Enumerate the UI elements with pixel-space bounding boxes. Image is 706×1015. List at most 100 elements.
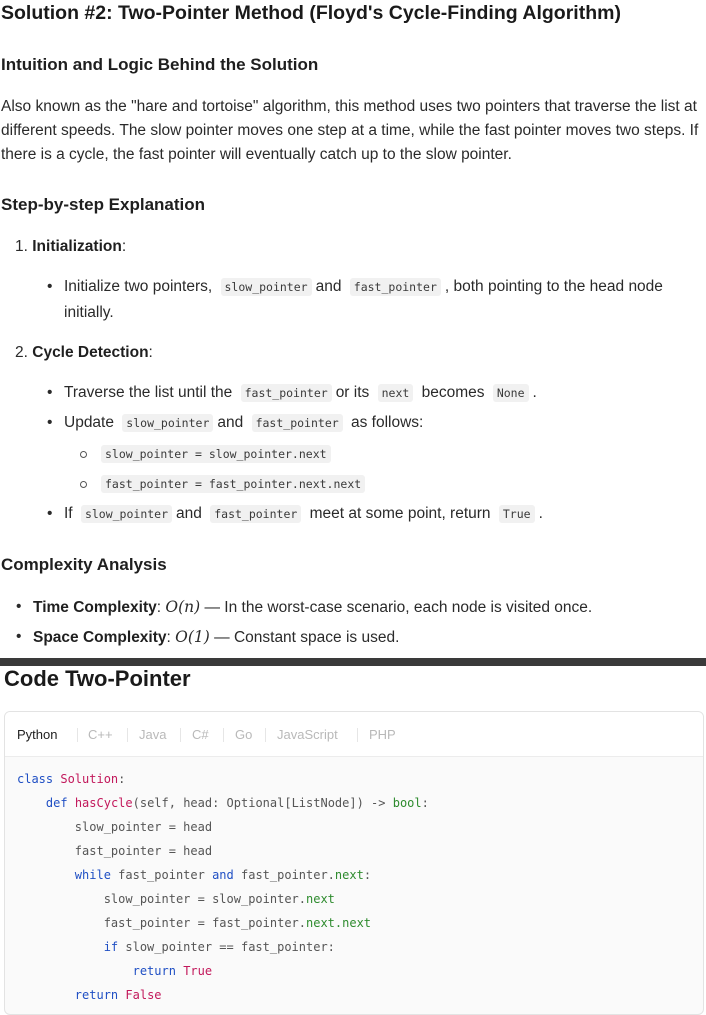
step-2-bullet-update: Update slow_pointer and fast_pointer as f… bbox=[64, 412, 423, 434]
page: Solution #2: Two-Pointer Method (Floyd's… bbox=[0, 0, 706, 1015]
bullet-text: meet at some point, return bbox=[309, 505, 491, 522]
code-line: slow_pointer = head bbox=[17, 820, 212, 834]
tab-separator bbox=[223, 728, 224, 742]
sub-bullet-circle bbox=[80, 481, 87, 488]
code-token: fast_pointer = fast_pointer. bbox=[103, 916, 306, 930]
code-boolean: False bbox=[125, 988, 162, 1002]
tab-javascript[interactable]: JavaScript bbox=[277, 727, 338, 742]
code-line: fast_pointer = fast_pointer.next.next bbox=[17, 916, 371, 930]
bullet-text: and bbox=[176, 505, 202, 522]
tab-go[interactable]: Go bbox=[235, 727, 252, 742]
colon: : bbox=[156, 599, 162, 616]
code-keyword: return bbox=[132, 964, 176, 978]
step-1-label: Initialization bbox=[32, 238, 122, 255]
bullet-text: Initialize two pointers, bbox=[64, 278, 213, 295]
code-token: slow_pointer = head bbox=[74, 820, 213, 834]
steps-heading: Step-by-step Explanation bbox=[1, 195, 206, 214]
section-divider bbox=[0, 658, 706, 666]
code-token: fast_pointer. bbox=[233, 868, 335, 882]
tab-separator bbox=[180, 728, 181, 742]
tab-separator bbox=[127, 728, 128, 742]
code-token: : bbox=[118, 772, 126, 786]
bullet-text: . bbox=[532, 384, 537, 401]
code-content: class Solution: def hasCycle(self, head:… bbox=[17, 767, 429, 1007]
code-line: slow_pointer = slow_pointer.next bbox=[17, 892, 335, 906]
inline-code-fast-pointer: fast_pointer bbox=[251, 414, 343, 432]
step-2-bullet-traverse: Traverse the list until the fast_pointer… bbox=[64, 382, 537, 404]
bullet-text: and bbox=[315, 278, 342, 295]
tab-separator bbox=[265, 728, 266, 742]
sub-bullet-circle bbox=[80, 451, 87, 458]
intuition-heading: Intuition and Logic Behind the Solution bbox=[1, 55, 319, 74]
code-block: Python C++ Java C# Go JavaScript PHP cla… bbox=[4, 711, 704, 1015]
tab-separator bbox=[77, 728, 78, 742]
code-token: (self, head: Optional[ListNode]) -> bbox=[132, 796, 393, 810]
bullet-text: Traverse the list until the bbox=[64, 384, 233, 401]
bullet-text: , both pointing to the head node bbox=[444, 278, 663, 295]
inline-code-fast-pointer: fast_pointer bbox=[210, 505, 302, 523]
inline-code-slow-update: slow_pointer = slow_pointer.next bbox=[101, 445, 331, 463]
time-complexity-math: O(n) bbox=[165, 598, 201, 616]
sub-bullet-slow: slow_pointer = slow_pointer.next bbox=[97, 443, 335, 465]
code-keyword: class bbox=[17, 772, 54, 786]
step-1-bullet-continuation: initially. bbox=[64, 304, 114, 321]
tab-java[interactable]: Java bbox=[139, 727, 166, 742]
code-boolean: True bbox=[183, 964, 213, 978]
tab-csharp[interactable]: C# bbox=[192, 727, 209, 742]
sub-bullet-fast: fast_pointer = fast_pointer.next.next bbox=[97, 473, 369, 495]
code-section-title: Code Two-Pointer bbox=[4, 666, 191, 691]
step-2: 2. Cycle Detection: bbox=[15, 342, 153, 364]
bullet-text: . bbox=[538, 505, 543, 522]
inline-code-true: True bbox=[498, 505, 535, 523]
tab-cpp[interactable]: C++ bbox=[88, 727, 113, 742]
code-attribute: next bbox=[334, 868, 364, 882]
code-token: slow_pointer = slow_pointer. bbox=[103, 892, 306, 906]
tab-separator bbox=[357, 728, 358, 742]
bullet-text: as follows: bbox=[350, 414, 424, 431]
step-1-number: 1. bbox=[15, 238, 28, 255]
code-keyword: if bbox=[103, 940, 119, 954]
code-class-name: Solution bbox=[60, 772, 119, 786]
inline-code-fast-update: fast_pointer = fast_pointer.next.next bbox=[101, 475, 366, 493]
code-keyword: return bbox=[74, 988, 119, 1002]
step-2-colon: : bbox=[148, 344, 153, 361]
colon: : bbox=[166, 629, 171, 646]
time-complexity-label: Time Complexity bbox=[33, 599, 157, 616]
bullet-text: and bbox=[217, 414, 244, 431]
space-complexity-label: Space Complexity bbox=[33, 629, 167, 646]
tab-php[interactable]: PHP bbox=[369, 727, 396, 742]
tab-python[interactable]: Python bbox=[17, 727, 57, 742]
code-attribute: next.next bbox=[306, 916, 372, 930]
space-complexity: Space Complexity: O(1) — Constant space … bbox=[33, 626, 399, 649]
inline-code-fast-pointer: fast_pointer bbox=[240, 384, 332, 402]
code-token: slow_pointer == fast_pointer: bbox=[118, 940, 335, 954]
time-complexity: Time Complexity: O(n) — In the worst-cas… bbox=[33, 596, 592, 619]
bullet-text: becomes bbox=[421, 384, 485, 401]
inline-code-fast-pointer: fast_pointer bbox=[349, 278, 441, 296]
bullet-dot: • bbox=[47, 384, 53, 401]
step-2-label: Cycle Detection bbox=[32, 344, 149, 361]
intuition-paragraph: Also known as the "hare and tortoise" al… bbox=[1, 98, 699, 163]
bullet-dot: • bbox=[47, 414, 53, 431]
code-keyword: def bbox=[45, 796, 68, 810]
code-line: if slow_pointer == fast_pointer: bbox=[17, 940, 335, 954]
time-complexity-text: — In the worst-case scenario, each node … bbox=[204, 599, 593, 616]
code-keyword: while bbox=[74, 868, 111, 882]
step-2-bullet-meet: If slow_pointer and fast_pointer meet at … bbox=[64, 503, 543, 525]
code-line: return False bbox=[17, 988, 162, 1002]
code-function-name: hasCycle bbox=[74, 796, 133, 810]
language-tabs: Python C++ Java C# Go JavaScript PHP bbox=[5, 712, 703, 757]
bullet-text: Update bbox=[64, 414, 114, 431]
bullet-text: If bbox=[64, 505, 73, 522]
bullet-dot: • bbox=[16, 598, 22, 615]
step-2-number: 2. bbox=[15, 344, 28, 361]
code-line: class Solution: bbox=[17, 772, 125, 786]
complexity-heading: Complexity Analysis bbox=[1, 555, 167, 574]
inline-code-slow-pointer: slow_pointer bbox=[122, 414, 214, 432]
space-complexity-text: — Constant space is used. bbox=[214, 629, 400, 646]
space-complexity-math: O(1) bbox=[175, 628, 210, 646]
bullet-dot: • bbox=[47, 505, 53, 522]
code-line: fast_pointer = head bbox=[17, 844, 212, 858]
step-1: 1. Initialization: bbox=[15, 236, 126, 258]
code-line: return True bbox=[17, 964, 213, 978]
